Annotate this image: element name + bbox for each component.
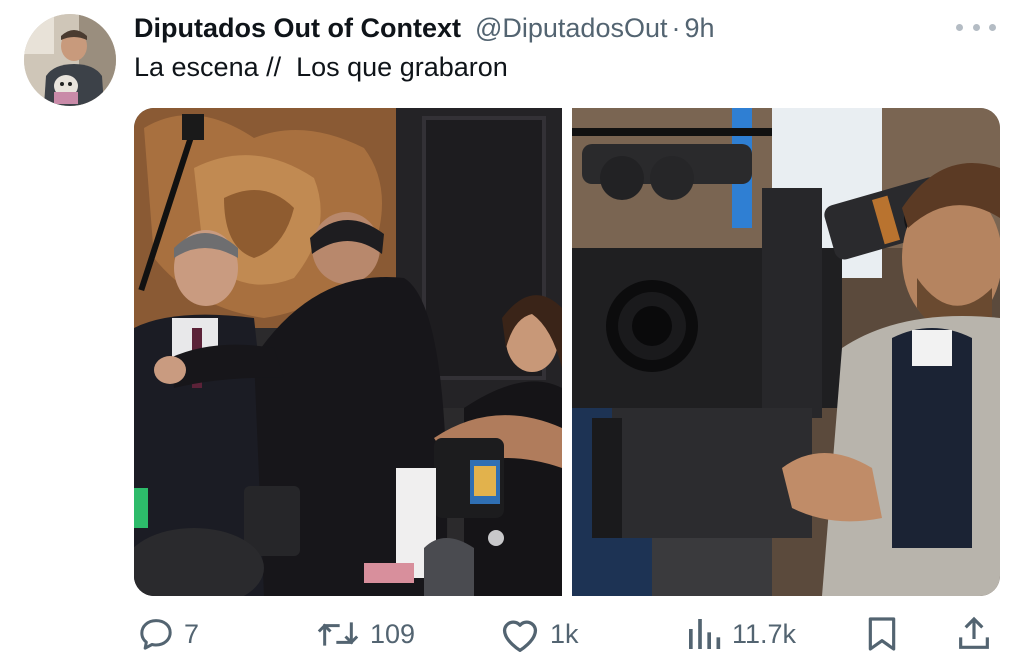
bookmark-button[interactable]	[862, 612, 902, 656]
share-icon	[959, 616, 989, 649]
view-count: 11.7k	[732, 618, 797, 649]
bar-chart-icon	[689, 619, 721, 649]
tweet-actions: 7 109 1k 11.7k	[0, 600, 1024, 670]
media-grid	[134, 108, 1000, 596]
like-button[interactable]: 1k	[498, 612, 579, 656]
author-name[interactable]: Diputados Out of Context	[134, 13, 461, 44]
bookmark-icon	[868, 617, 896, 651]
media-image-right[interactable]	[572, 108, 1000, 596]
heart-icon	[502, 620, 538, 652]
tweet-header: Diputados Out of Context @DiputadosOut ·…	[134, 10, 994, 46]
repost-button[interactable]: 109	[314, 612, 415, 656]
cameraman-photo	[572, 108, 1000, 596]
media-divider	[562, 108, 572, 596]
reply-button[interactable]: 7	[136, 612, 199, 656]
more-dot	[972, 23, 980, 31]
reply-icon	[140, 619, 172, 650]
tweet-text: La escena // Los que grabaron	[134, 52, 508, 82]
avatar-photo	[24, 14, 116, 106]
media-image-left[interactable]	[134, 108, 562, 596]
author-handle[interactable]: @DiputadosOut	[475, 13, 668, 44]
views-button[interactable]: 11.7k	[684, 612, 796, 656]
reply-count: 7	[184, 618, 200, 649]
tweet-timestamp[interactable]: 9h	[684, 13, 714, 44]
more-dot	[956, 23, 963, 31]
congress-scene-photo	[134, 108, 562, 596]
more-dot	[989, 23, 996, 31]
repost-count: 109	[370, 618, 416, 649]
like-count: 1k	[550, 618, 579, 649]
author-avatar[interactable]	[24, 14, 116, 106]
separator-dot: ·	[671, 12, 681, 43]
more-options-button[interactable]	[956, 14, 996, 40]
share-button[interactable]	[954, 612, 994, 656]
repost-icon	[317, 622, 359, 646]
